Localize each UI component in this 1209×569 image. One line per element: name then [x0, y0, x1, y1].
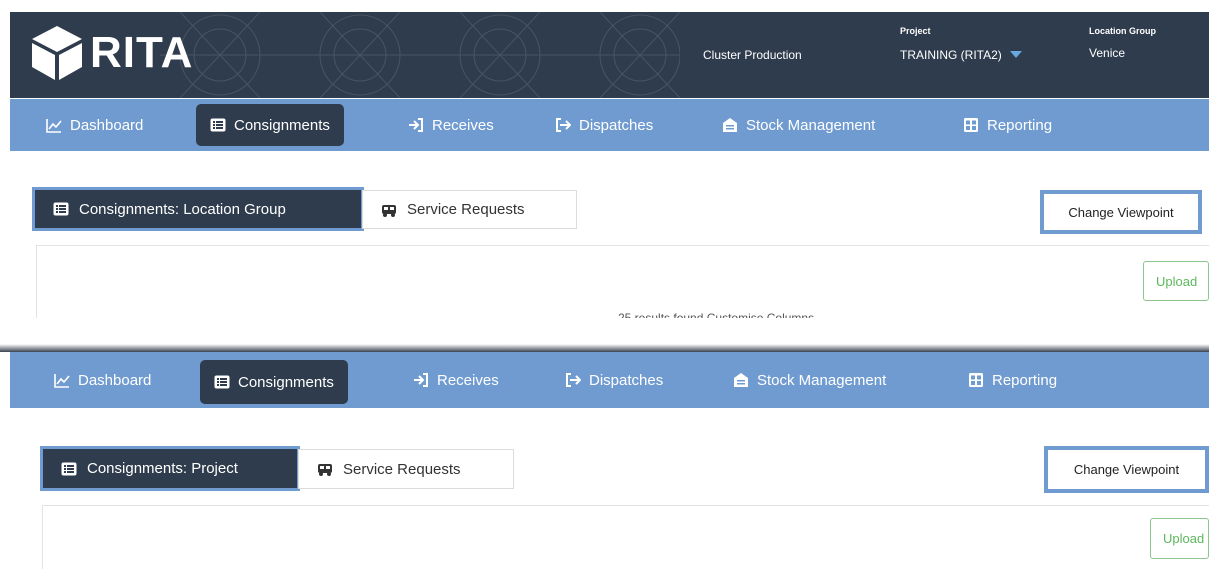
sign-in-icon	[414, 373, 428, 387]
upload-button[interactable]: Upload	[1150, 518, 1209, 559]
nav-stock-management[interactable]: Stock Management	[733, 352, 886, 408]
nav-receives[interactable]: Receives	[413, 352, 499, 408]
nav-label: Dashboard	[78, 371, 152, 389]
results-summary: 25 results found Customise Columns	[618, 311, 815, 318]
truck-icon	[382, 204, 396, 217]
tab-consignments-project[interactable]: Consignments: Project	[40, 446, 300, 491]
project-selector[interactable]: TRAINING (RITA2)	[900, 46, 1023, 64]
nav-label: Stock Management	[757, 371, 887, 389]
nav-label: Receives	[432, 116, 494, 134]
upload-button[interactable]: Upload	[1143, 261, 1209, 301]
list-icon	[61, 462, 77, 475]
cluster-name: Cluster Production	[703, 48, 802, 62]
project-label: Project	[900, 26, 931, 36]
nav-consignments[interactable]: Consignments	[196, 104, 344, 146]
location-group-label: Location Group	[1089, 26, 1156, 36]
nav-label: Dispatches	[589, 371, 664, 389]
tab-label: Service Requests	[343, 460, 461, 478]
table-icon	[969, 373, 983, 387]
nav-reporting[interactable]: Reporting	[968, 352, 1057, 408]
nav-reporting[interactable]: Reporting	[963, 99, 1052, 151]
nav-stock-management[interactable]: Stock Management	[722, 99, 875, 151]
nav-label: Reporting	[992, 371, 1058, 389]
truck-icon	[318, 464, 332, 476]
sign-out-icon	[566, 373, 581, 387]
warehouse-icon	[734, 373, 748, 387]
change-viewpoint-button[interactable]: Change Viewpoint	[1040, 190, 1202, 234]
list-icon	[53, 202, 69, 216]
warehouse-icon	[723, 118, 737, 132]
nav-receives[interactable]: Receives	[408, 99, 494, 151]
app-header: RITA Cluster Production Project TRAINING…	[10, 12, 1209, 98]
nav-dashboard[interactable]: Dashboard	[54, 352, 151, 408]
line-chart-icon	[54, 374, 70, 388]
nav-dispatches[interactable]: Dispatches	[565, 352, 663, 408]
tab-label: Service Requests	[407, 201, 525, 218]
content-panel	[42, 505, 1209, 569]
brand-name: RITA	[90, 28, 194, 77]
nav-label: Dispatches	[579, 116, 654, 134]
cube-logo-icon	[32, 26, 82, 80]
location-group-value[interactable]: Venice	[1089, 46, 1125, 60]
nav-label: Consignments	[234, 116, 330, 134]
rita-logo[interactable]: RITA	[26, 22, 193, 84]
line-chart-icon	[46, 119, 62, 133]
tab-service-requests[interactable]: Service Requests	[362, 190, 577, 229]
nav-dashboard[interactable]: Dashboard	[46, 99, 143, 151]
nav-label: Reporting	[987, 116, 1053, 134]
content-panel	[36, 245, 1209, 318]
list-icon	[214, 375, 230, 389]
list-icon	[210, 118, 226, 132]
table-icon	[964, 118, 978, 132]
nav-dispatches[interactable]: Dispatches	[555, 99, 653, 151]
change-viewpoint-button[interactable]: Change Viewpoint	[1044, 446, 1209, 493]
project-value: TRAINING (RITA2)	[900, 48, 1002, 62]
header-pattern	[160, 12, 680, 98]
main-nav: Dashboard Consignments Receives Dispatch…	[10, 99, 1209, 151]
nav-consignments[interactable]: Consignments	[200, 360, 348, 404]
tab-consignments-location-group[interactable]: Consignments: Location Group	[32, 187, 364, 231]
nav-label: Stock Management	[746, 116, 876, 134]
nav-label: Dashboard	[70, 116, 144, 134]
caret-down-icon	[1010, 51, 1023, 59]
tab-label: Consignments: Project	[87, 460, 238, 477]
main-nav-2: Dashboard Consignments Receives Dispatch…	[10, 352, 1209, 408]
sign-in-icon	[409, 118, 423, 132]
sign-out-icon	[556, 118, 571, 132]
tab-label: Consignments: Location Group	[79, 200, 286, 218]
nav-label: Receives	[437, 371, 499, 389]
nav-label: Consignments	[238, 373, 334, 391]
screenshot-divider	[0, 344, 1209, 352]
tab-service-requests[interactable]: Service Requests	[298, 449, 514, 489]
